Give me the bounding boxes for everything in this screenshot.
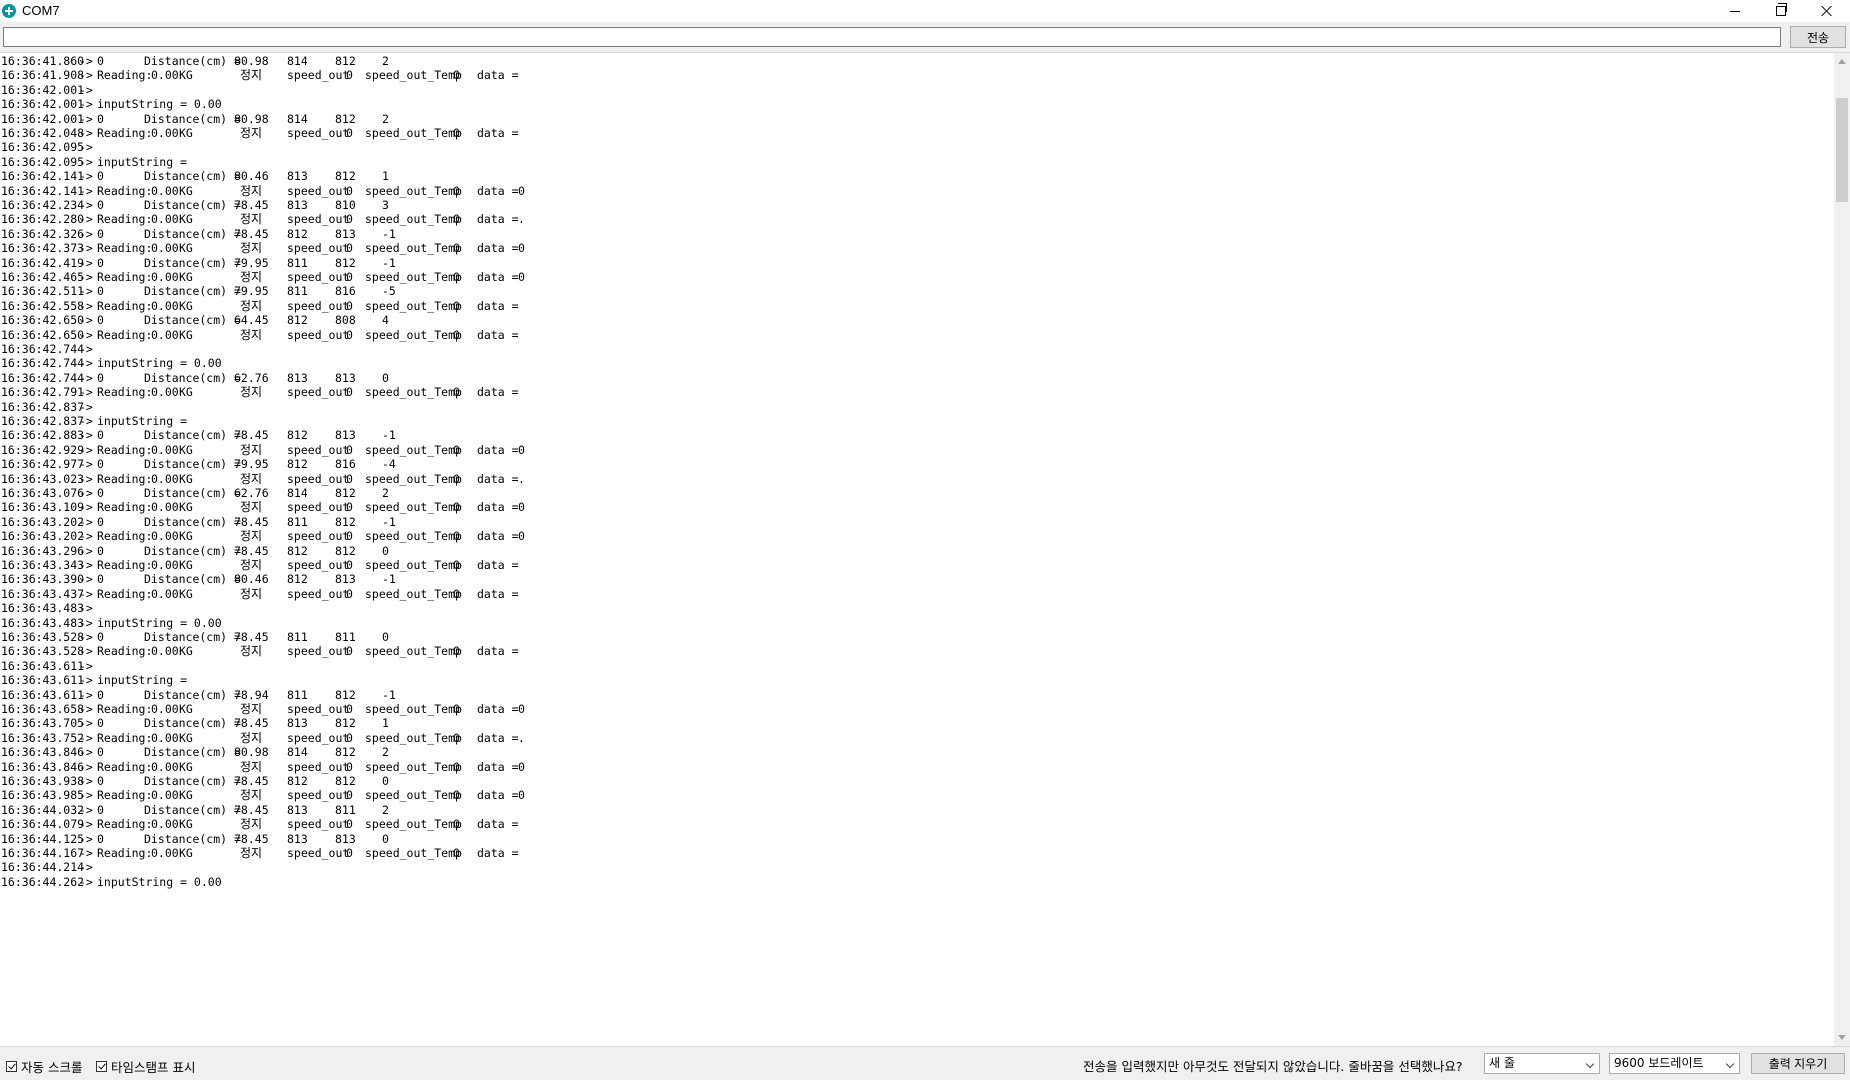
log-timestamp: 16:36:44.262 [1, 874, 85, 889]
send-button[interactable]: 전송 [1790, 26, 1846, 48]
scroll-down-icon[interactable] [1838, 1035, 1846, 1040]
log-line: 16:36:44.262 -> inputString = 0.00 [1, 874, 1831, 891]
serial-output[interactable]: 16:36:41.860 -> 0 Distance(cm) = 80.98 814 812… [0, 53, 1834, 1046]
clear-output-button[interactable]: 출력 지우기 [1751, 1053, 1845, 1074]
line-ending-value: 새 줄 [1489, 1056, 1515, 1070]
timestamp-label: 타임스탬프 표시 [111, 1060, 196, 1075]
log-arrow: -> [79, 874, 93, 889]
restore-button[interactable] [1758, 0, 1804, 22]
chevron-down-icon [1725, 1059, 1735, 1069]
minimize-icon [1730, 10, 1740, 12]
send-bar: 전송 [0, 22, 1850, 53]
line-ending-hint: 전송을 입력했지만 아무것도 전달되지 않았습니다. 줄바꿈을 선택했나요? [1083, 1059, 1463, 1074]
scroll-up-icon[interactable] [1838, 59, 1846, 64]
log-text: inputString = 0.00 [97, 874, 222, 889]
chevron-down-icon [1585, 1059, 1595, 1069]
minimize-button[interactable] [1712, 0, 1758, 22]
vertical-scrollbar[interactable] [1834, 53, 1850, 1046]
title-bar: COM7 [0, 0, 1850, 22]
restore-icon [1776, 3, 1787, 16]
checkbox-checked-icon[interactable] [6, 1061, 17, 1072]
status-bar: 자동 스크롤 타임스탬프 표시 전송을 입력했지만 아무것도 전달되지 않았습니… [0, 1046, 1850, 1080]
baud-rate-select[interactable]: 9600 보드레이트 [1609, 1053, 1740, 1074]
window-title: COM7 [22, 3, 60, 18]
autoscroll-label: 자동 스크롤 [21, 1060, 83, 1075]
baud-rate-value: 9600 보드레이트 [1614, 1056, 1704, 1070]
checkbox-checked-icon[interactable] [96, 1061, 107, 1072]
timestamp-checkbox[interactable]: 타임스탬프 표시 [96, 1057, 195, 1076]
send-input[interactable] [3, 27, 1781, 47]
scroll-thumb[interactable] [1836, 98, 1848, 202]
autoscroll-checkbox[interactable]: 자동 스크롤 [6, 1057, 82, 1076]
close-icon [1821, 5, 1833, 17]
arduino-logo-icon [2, 4, 16, 18]
line-ending-select[interactable]: 새 줄 [1484, 1053, 1600, 1074]
close-button[interactable] [1804, 0, 1850, 22]
